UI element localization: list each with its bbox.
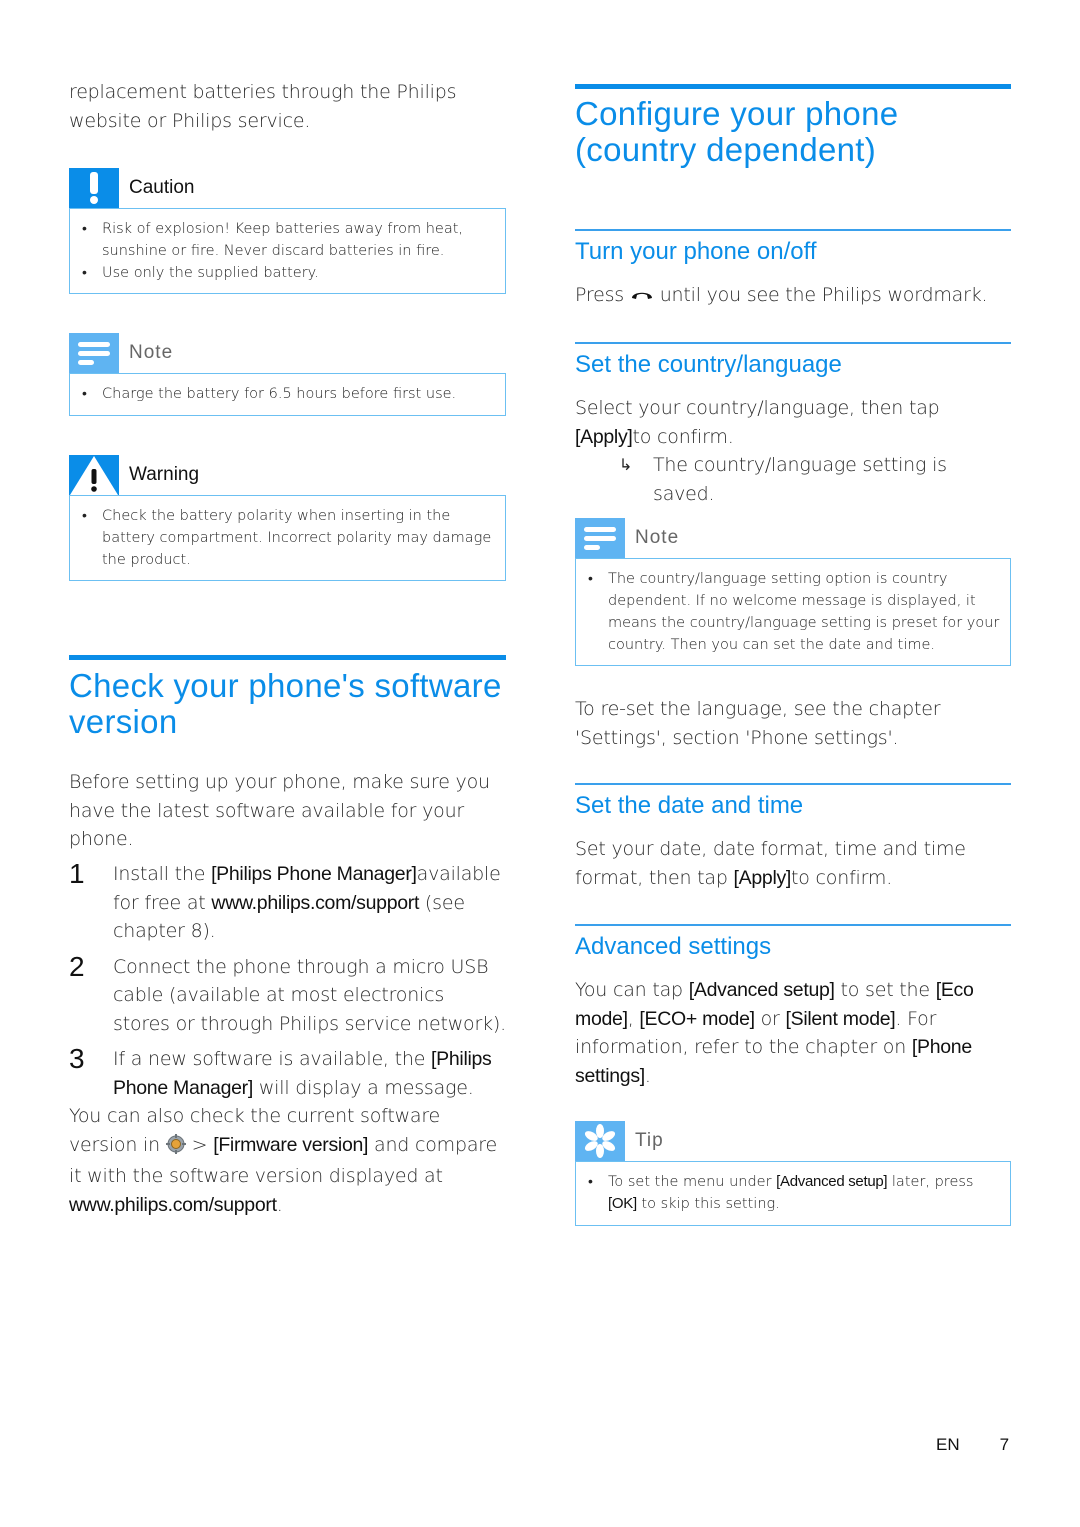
paragraph-text: to confirm. xyxy=(632,425,734,448)
step-1: 1 Install the [Philips Phone Manager]ava… xyxy=(69,860,506,946)
advanced-paragraph: You can tap [Advanced setup] to set the … xyxy=(575,976,1011,1090)
software-intro: Before setting up your phone, make sure … xyxy=(69,771,490,850)
step-text: If a new software is available, the xyxy=(113,1048,432,1070)
paragraph-text: or xyxy=(754,1007,786,1030)
software-outro: You can also check the current software … xyxy=(69,1102,506,1219)
step-number: 3 xyxy=(69,1043,85,1074)
step-3: 3 If a new software is available, the [P… xyxy=(69,1045,506,1102)
tip-asterisk-icon xyxy=(575,1121,625,1161)
language-code: EN xyxy=(936,1435,960,1454)
result-arrow-icon: ↳ xyxy=(619,455,633,474)
page-number: 7 xyxy=(999,1435,1010,1454)
settings-gear-icon xyxy=(165,1133,186,1163)
note-item: Charge the battery for 6.5 hours before … xyxy=(80,383,495,405)
datetime-heading: Set the date and time xyxy=(575,792,804,819)
end-call-icon xyxy=(630,281,654,310)
support-link[interactable]: www.philips.com/support xyxy=(211,892,419,914)
paragraph-text: to confirm. xyxy=(791,866,893,889)
exclamation-icon xyxy=(69,168,119,208)
tip-text: To set the menu under xyxy=(608,1174,777,1190)
warning-title: Warning xyxy=(129,464,200,485)
steps-list: 1 Install the [Philips Phone Manager]ava… xyxy=(69,860,506,1219)
step-text: will display a message. xyxy=(252,1076,474,1099)
page-footer: EN 7 xyxy=(936,1435,1009,1455)
caution-title: Caution xyxy=(129,177,195,198)
country-paragraph: Select your country/language, then tap [… xyxy=(575,394,1011,508)
support-link[interactable]: www.philips.com/support xyxy=(69,1194,277,1216)
warning-triangle-icon xyxy=(69,455,119,495)
tip-text: to skip this setting. xyxy=(636,1196,780,1212)
note-lines-icon xyxy=(69,333,119,373)
warning-box: Warning Check the battery polarity when … xyxy=(69,455,506,581)
menu-ref: [Advanced setup] xyxy=(776,1173,888,1190)
paragraph-text: to set the xyxy=(834,979,936,1001)
paragraph-text: . xyxy=(644,1064,651,1087)
advanced-heading: Advanced settings xyxy=(575,933,772,960)
warning-item: Check the battery polarity when insertin… xyxy=(80,505,495,571)
result-text: The country/language setting is saved. xyxy=(653,454,947,505)
note-title: Note xyxy=(635,527,680,548)
step-number: 1 xyxy=(69,858,85,889)
paragraph-text: , xyxy=(627,1007,640,1030)
apply-button-ref: [Apply] xyxy=(733,866,792,889)
turn-on-heading: Turn your phone on/off xyxy=(575,238,817,265)
menu-ref: [OK] xyxy=(608,1195,637,1212)
step-2: 2 Connect the phone through a micro USB … xyxy=(69,950,506,1039)
subsection-rule xyxy=(575,783,1011,785)
menu-ref: [Advanced setup] xyxy=(688,979,835,1001)
step-text: Connect the phone through a micro USB ca… xyxy=(113,955,506,1035)
paragraph-text: You can tap xyxy=(575,979,689,1001)
firmware-version-menu: [Firmware version] xyxy=(213,1133,369,1156)
configure-heading: Configure your phone (country dependent) xyxy=(575,95,899,168)
intro-paragraph: replacement batteries through the Philip… xyxy=(69,81,457,132)
datetime-paragraph: Set your date, date format, time and tim… xyxy=(575,835,1011,892)
tip-item: To set the menu under [Advanced setup] l… xyxy=(586,1171,1000,1215)
subsection-rule xyxy=(575,229,1011,231)
tip-text: later, press xyxy=(887,1174,974,1190)
section-rule xyxy=(575,84,1011,89)
step-number: 2 xyxy=(69,950,85,982)
apply-button-ref: [Apply] xyxy=(575,425,633,448)
subsection-rule xyxy=(575,342,1011,344)
step-text: Install the xyxy=(113,863,212,885)
menu-ref: [ECO+ mode] xyxy=(639,1007,755,1030)
paragraph-text: until you see the Philips wordmark. xyxy=(653,284,988,306)
menu-ref: [Silent mode] xyxy=(785,1007,896,1030)
caution-item: Risk of explosion! Keep batteries away f… xyxy=(80,218,495,262)
caution-box: Caution Risk of explosion! Keep batterie… xyxy=(69,168,506,294)
tip-title: Tip xyxy=(635,1130,664,1151)
country-heading: Set the country/language xyxy=(575,351,842,378)
outro-text: . xyxy=(276,1193,283,1216)
note-lines-icon xyxy=(575,518,625,558)
note-box: Note The country/language setting option… xyxy=(575,518,1011,666)
result-line: ↳ The country/language setting is saved. xyxy=(575,451,1011,508)
note-title: Note xyxy=(129,342,174,363)
subsection-rule xyxy=(575,924,1011,926)
reset-language-paragraph: To re-set the language, see the chapter … xyxy=(575,698,941,749)
note-item: The country/language setting option is c… xyxy=(586,568,1000,656)
outro-text: > xyxy=(185,1133,214,1156)
tip-box: Tip To set the menu under [Advanced setu… xyxy=(575,1121,1011,1226)
section-rule xyxy=(69,655,506,660)
app-name: [Philips Phone Manager] xyxy=(211,863,417,885)
turn-on-paragraph: Press until you see the Philips wordmark… xyxy=(575,281,1011,310)
paragraph-text: Select your country/language, then tap xyxy=(575,397,940,419)
paragraph-text: Press xyxy=(575,284,630,306)
note-box: Note Charge the battery for 6.5 hours be… xyxy=(69,333,506,416)
caution-item: Use only the supplied battery. xyxy=(80,262,495,284)
software-heading: Check your phone's software version xyxy=(69,667,502,740)
